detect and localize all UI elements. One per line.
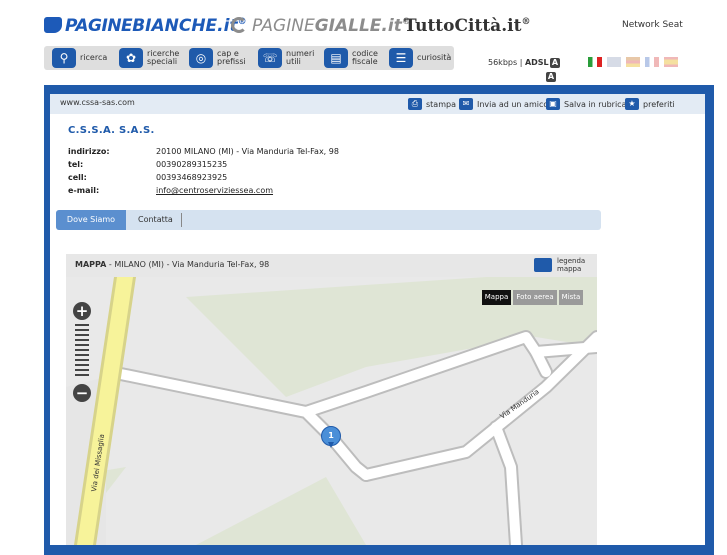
zoom-in-button[interactable]: + bbox=[73, 302, 91, 320]
flag-fr-icon[interactable] bbox=[645, 57, 659, 67]
puzzle-icon: ✿ bbox=[119, 48, 143, 68]
location-pin-tail bbox=[328, 442, 334, 448]
nav-item-curiosita[interactable]: ☰ curiosità bbox=[389, 46, 451, 70]
nav-label: codice fiscale bbox=[352, 49, 378, 66]
speed-sep: | bbox=[519, 58, 523, 67]
mail-icon: ✉ bbox=[459, 98, 473, 110]
brand-tc-domain: .it bbox=[501, 16, 522, 36]
printer-icon: ⎙ bbox=[408, 98, 422, 110]
map-title: MAPPA - MILANO (MI) - Via Manduria Tel-F… bbox=[75, 260, 269, 269]
brand-pg-part-b: GIALLE bbox=[314, 16, 382, 36]
paginebianche-logo[interactable]: PAGINEBIANCHE.it® bbox=[44, 11, 247, 37]
cell-label: cell: bbox=[68, 173, 87, 182]
zoom-tick[interactable] bbox=[75, 359, 89, 361]
tab-divider bbox=[181, 213, 182, 227]
paginebianche-logo-icon bbox=[44, 17, 62, 33]
nav-item-codice-fiscale[interactable]: ▤ codice fiscale bbox=[324, 46, 378, 70]
zoom-tick[interactable] bbox=[75, 364, 89, 366]
nav-label: numeri utili bbox=[286, 49, 315, 66]
legend-link[interactable]: legenda mappa bbox=[557, 257, 585, 273]
tuttocitta-logo[interactable]: TuttoCittà.it® bbox=[404, 11, 530, 37]
folder-icon: ▣ bbox=[546, 98, 560, 110]
phone-label: tel: bbox=[68, 160, 84, 169]
email-label: e-mail: bbox=[68, 186, 100, 195]
nav-label: ricerche speciali bbox=[147, 49, 180, 66]
company-name: C.S.S.A. S.A.S. bbox=[68, 125, 155, 136]
zoom-control: + − bbox=[67, 296, 97, 406]
email-link[interactable]: info@centroserviziessea.com bbox=[156, 186, 273, 195]
send-label: Invia ad un amico bbox=[477, 99, 549, 109]
tab-dove-siamo[interactable]: Dove Siamo bbox=[56, 210, 126, 230]
speed-adsl[interactable]: ADSL bbox=[525, 58, 549, 67]
flag-de-icon[interactable] bbox=[626, 57, 640, 67]
map-canvas[interactable]: Via Manduria Via dei Missaglia bbox=[66, 277, 597, 545]
brand-pb-part-a: PAGINE bbox=[65, 16, 133, 36]
address-value: 20100 MILANO (MI) - Via Manduria Tel-Fax… bbox=[156, 147, 339, 156]
phone-value: 00390289315235 bbox=[156, 160, 228, 169]
connection-speed: 56kbps | ADSL bbox=[488, 58, 549, 67]
zoom-tick[interactable] bbox=[75, 324, 89, 326]
search-icon: ⚲ bbox=[52, 48, 76, 68]
network-seat-link[interactable]: Network Seat bbox=[622, 20, 683, 30]
print-label: stampa bbox=[426, 99, 456, 109]
speed-56k[interactable]: 56kbps bbox=[488, 58, 517, 67]
phone-icon: ☏ bbox=[258, 48, 282, 68]
zoom-tick[interactable] bbox=[75, 349, 89, 351]
card-icon: ▤ bbox=[324, 48, 348, 68]
brand-tc-name: TuttoCittà bbox=[404, 16, 502, 36]
nav-item-ricerche-speciali[interactable]: ✿ ricerche speciali bbox=[119, 46, 179, 70]
legend-icon[interactable] bbox=[534, 258, 552, 272]
brand-pg-part-c: .it bbox=[381, 16, 402, 36]
paginegialle-logo-icon bbox=[231, 17, 247, 33]
favorites-button[interactable]: ★ preferiti bbox=[625, 95, 675, 113]
nav-label: curiosità bbox=[417, 53, 452, 62]
book-icon: ☰ bbox=[389, 48, 413, 68]
map-type-mista[interactable]: Mista bbox=[559, 290, 583, 305]
zoom-tick[interactable] bbox=[75, 369, 89, 371]
nav-item-cap-prefissi[interactable]: ◎ cap e prefissi bbox=[189, 46, 246, 70]
flag-es-icon[interactable] bbox=[664, 57, 678, 67]
nav-label: ricerca bbox=[80, 53, 108, 62]
flag-en-icon[interactable] bbox=[607, 57, 621, 67]
brand-pb-part-b: BIANCHE bbox=[132, 16, 218, 36]
nav-label: cap e prefissi bbox=[217, 49, 246, 66]
website-link[interactable]: www.cssa-sas.com bbox=[60, 98, 135, 107]
nav-item-ricerca[interactable]: ⚲ ricerca bbox=[52, 46, 107, 70]
brand-pg-part-a: PAGINE bbox=[252, 16, 315, 36]
paginegialle-logo[interactable]: PAGINEGIALLE.it® bbox=[231, 11, 411, 37]
zoom-tick[interactable] bbox=[75, 329, 89, 331]
globe-icon: ◎ bbox=[189, 48, 213, 68]
zoom-tick[interactable] bbox=[75, 334, 89, 336]
map-title-address: - MILANO (MI) - Via Manduria Tel-Fax, 98 bbox=[106, 260, 270, 269]
font-size-button[interactable]: A bbox=[550, 58, 560, 68]
favorites-label: preferiti bbox=[643, 99, 675, 109]
tab-contatta[interactable]: Contatta bbox=[138, 210, 173, 230]
star-icon: ★ bbox=[625, 98, 639, 110]
address-label: indirizzo: bbox=[68, 147, 110, 156]
map-type-foto-aerea[interactable]: Foto aerea bbox=[513, 290, 557, 305]
print-button[interactable]: ⎙ stampa bbox=[408, 95, 456, 113]
map-title-main: MAPPA bbox=[75, 260, 107, 269]
zoom-tick[interactable] bbox=[75, 344, 89, 346]
zoom-out-button[interactable]: − bbox=[73, 384, 91, 402]
map-type-mappa[interactable]: Mappa bbox=[482, 290, 511, 305]
brand-tc-reg: ® bbox=[521, 17, 531, 27]
zoom-tick[interactable] bbox=[75, 339, 89, 341]
send-to-friend-button[interactable]: ✉ Invia ad un amico bbox=[459, 95, 548, 113]
zoom-tick[interactable] bbox=[75, 374, 89, 376]
save-label: Salva in rubrica bbox=[564, 99, 627, 109]
nav-item-numeri-utili[interactable]: ☏ numeri utili bbox=[258, 46, 314, 70]
cell-value: 00393468923925 bbox=[156, 173, 228, 182]
flag-it-icon[interactable] bbox=[588, 57, 602, 67]
zoom-tick[interactable] bbox=[75, 354, 89, 356]
font-size-button-alt[interactable]: A bbox=[546, 72, 556, 82]
save-contact-button[interactable]: ▣ Salva in rubrica bbox=[546, 95, 626, 113]
